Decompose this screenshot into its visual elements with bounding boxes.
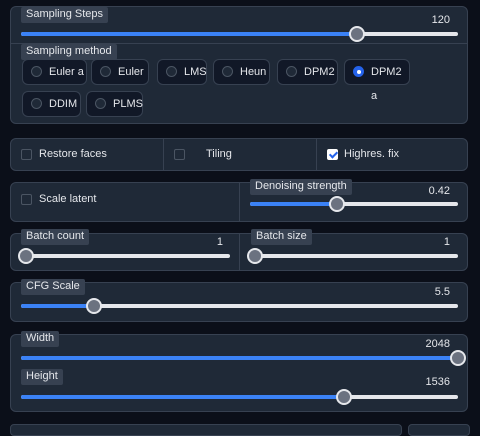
cfg-scale-value[interactable]: 5.5 (435, 286, 450, 298)
scale-latent-label: Scale latent (39, 193, 97, 205)
radio-label: Heun (240, 66, 267, 78)
divider (163, 139, 164, 170)
height-label: Height (21, 369, 63, 385)
slider-thumb[interactable] (336, 389, 353, 405)
divider (239, 234, 240, 270)
radio-label: Euler (118, 66, 144, 78)
slider-thumb[interactable] (450, 350, 466, 366)
batch-count-slider[interactable] (18, 248, 230, 264)
radio-dot (353, 66, 364, 77)
cfg-panel: CFG Scale 5.5 (10, 279, 468, 322)
slider-thumb[interactable] (18, 248, 34, 264)
radio-label: DPM2 (304, 66, 335, 78)
radio-ddim[interactable]: DDIM (22, 91, 81, 117)
divider (239, 183, 240, 221)
height-value[interactable]: 1536 (426, 376, 450, 388)
highres-fix-label: Highres. fix (344, 148, 400, 160)
sampling-steps-slider[interactable] (21, 26, 458, 42)
radio-dot (31, 98, 42, 109)
batch-size-label: Batch size (251, 229, 312, 245)
radio-label: Euler a (49, 66, 84, 78)
tiling-checkbox[interactable] (174, 149, 185, 160)
radio-lms[interactable]: LMS (157, 59, 207, 85)
slider-fill (21, 304, 94, 308)
radio-dpm2-a[interactable]: DPM2 a (344, 59, 410, 102)
batch-count-value[interactable]: 1 (11, 236, 223, 248)
slider-fill (21, 32, 358, 36)
denoising-strength-value[interactable]: 0.42 (429, 185, 450, 197)
denoising-strength-label: Denoising strength (250, 179, 352, 195)
radio-dot (166, 66, 177, 77)
slider-thumb[interactable] (329, 196, 346, 212)
restore-faces-label: Restore faces (39, 148, 107, 160)
radio-euler-a[interactable]: Euler a (22, 59, 87, 85)
radio-label: DPM2 a (371, 66, 402, 102)
radio-dot (222, 66, 233, 77)
sampling-steps-label: Sampling Steps (21, 7, 109, 23)
radio-dot (31, 66, 42, 77)
cfg-scale-slider[interactable] (21, 298, 458, 314)
slider-thumb[interactable] (247, 248, 263, 264)
divider (316, 139, 317, 170)
slider-fill (250, 202, 338, 206)
width-slider[interactable] (21, 350, 466, 366)
dimensions-panel: Width 2048 Height 1536 (10, 331, 468, 412)
tiling-label: Tiling (206, 148, 232, 160)
width-value[interactable]: 2048 (426, 338, 450, 350)
height-slider[interactable] (21, 389, 458, 405)
radio-plms[interactable]: PLMS (86, 91, 143, 117)
bottom-button-edge[interactable] (408, 424, 470, 436)
radio-dot (95, 98, 106, 109)
radio-label: LMS (184, 66, 207, 78)
slider-thumb[interactable] (349, 26, 366, 42)
radio-dot (286, 66, 297, 77)
batch-size-value[interactable]: 1 (444, 236, 450, 248)
slider-fill (21, 395, 345, 399)
scale-latent-checkbox[interactable] (21, 194, 32, 205)
sampling-steps-value[interactable]: 120 (432, 14, 450, 26)
options-row: Restore faces Tiling Highres. fix (10, 138, 468, 171)
radio-dot (100, 66, 111, 77)
slider-thumb[interactable] (85, 298, 102, 314)
slider-fill (21, 356, 458, 360)
restore-faces-checkbox[interactable] (21, 149, 32, 160)
sampling-panel: Sampling Steps 120 Sampling method Euler… (10, 6, 468, 124)
scale-denoise-panel: Scale latent Denoising strength 0.42 (10, 179, 468, 222)
radio-heun[interactable]: Heun (213, 59, 270, 85)
radio-label: PLMS (113, 98, 143, 110)
width-label: Width (21, 331, 60, 347)
bottom-panel-edge (10, 424, 402, 436)
highres-fix-checkbox[interactable] (327, 149, 338, 160)
sampling-method-label: Sampling method (21, 44, 117, 60)
cfg-scale-label: CFG Scale (21, 279, 85, 295)
radio-dpm2[interactable]: DPM2 (277, 59, 338, 85)
batch-size-slider[interactable] (247, 248, 458, 264)
radio-label: DDIM (49, 98, 78, 110)
batch-panel: Batch count 1 Batch size 1 (10, 229, 468, 271)
radio-euler[interactable]: Euler (91, 59, 149, 85)
denoising-strength-slider[interactable] (250, 196, 458, 212)
